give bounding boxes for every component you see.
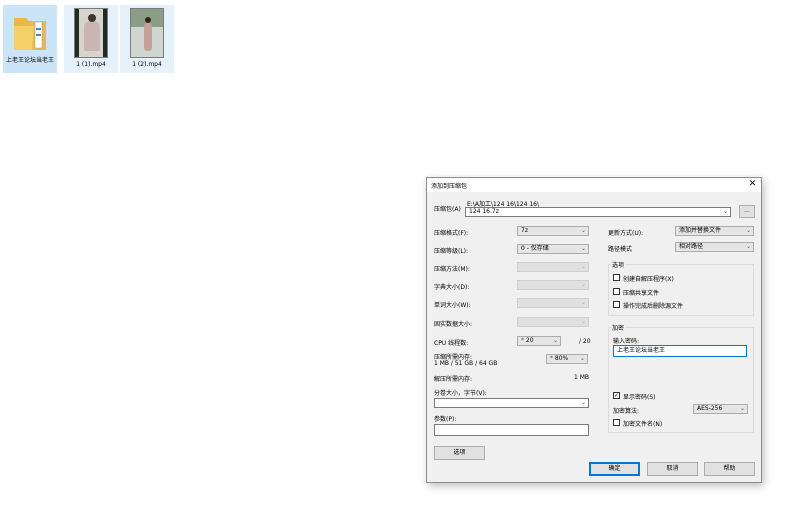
ok-button[interactable]: 确定 [589, 462, 640, 476]
word-label: 单词大小(W): [434, 302, 471, 309]
dict-select: ⌄ [517, 280, 589, 290]
chevron-down-icon: ⌄ [580, 245, 586, 252]
add-to-archive-dialog: 添加到压缩包 ✕ 压缩包(A) E:\A加工\124 16\124 16\ 12… [426, 177, 762, 483]
archive-name-value: 124 16.7z [469, 208, 499, 215]
cpu-select[interactable]: * 20 ⌄ [517, 336, 561, 346]
password-input[interactable]: 上老王论坛当老王 [613, 345, 747, 357]
folder-icon [13, 8, 47, 58]
cpu-prefix-icon: * [521, 337, 524, 344]
help-button[interactable]: 帮助 [704, 462, 755, 476]
enc-method-value: AES-256 [697, 405, 723, 412]
memory-prefix-icon: * [550, 355, 553, 362]
desktop-icon-video-2[interactable]: 1 (2).mp4 [120, 5, 174, 73]
folder-label: 上老王论坛当老王 [5, 57, 54, 64]
encrypt-names-label: 加密文件名(N) [623, 421, 663, 428]
password-label: 输入密码: [613, 338, 640, 345]
enc-method-label: 加密算法: [613, 408, 640, 415]
chevron-down-icon: ⌄ [580, 263, 586, 270]
cpu-value: 20 [525, 337, 534, 344]
method-label: 压缩方法(M): [434, 266, 470, 273]
update-select[interactable]: 添加并替换文件 ⌄ [675, 226, 754, 236]
chevron-down-icon: ⌄ [580, 399, 586, 406]
video-thumbnail-icon [74, 8, 108, 58]
solid-label: 固实数据大小: [434, 321, 473, 328]
path-mode-select[interactable]: 相对路径 ⌄ [675, 242, 754, 252]
close-icon[interactable]: ✕ [747, 179, 758, 190]
dict-label: 字典大小(D): [434, 284, 470, 291]
level-value: 0 - 仅存储 [521, 245, 549, 252]
chevron-down-icon: ⌄ [739, 405, 745, 412]
video-thumbnail-icon [130, 8, 164, 58]
chevron-down-icon: ⌄ [722, 208, 728, 215]
browse-button[interactable]: ... [739, 205, 755, 218]
encrypt-names-checkbox[interactable] [613, 419, 620, 426]
solid-select: ⌄ [517, 317, 589, 327]
update-label: 更新方式(U): [608, 230, 644, 237]
dialog-title: 添加到压缩包 [431, 183, 468, 190]
delete-source-checkbox[interactable] [613, 301, 620, 308]
cancel-button[interactable]: 取消 [647, 462, 698, 476]
format-label: 压缩格式(F): [434, 230, 469, 237]
update-value: 添加并替换文件 [679, 227, 722, 234]
method-select: ⌄ [517, 262, 589, 272]
chevron-down-icon: ⌄ [552, 337, 558, 344]
video-2-label: 1 (2).mp4 [132, 61, 162, 68]
dialog-titlebar: 添加到压缩包 ✕ [427, 178, 761, 192]
cpu-label: CPU 线程数: [434, 340, 469, 347]
show-password-label: 显示密码(S) [623, 394, 656, 401]
decomp-value: 1 MB [574, 374, 590, 381]
desktop-icon-folder[interactable]: 上老王论坛当老王 [3, 5, 57, 73]
decomp-label: 解压所需内存: [434, 376, 473, 383]
chevron-down-icon: ⌄ [580, 281, 586, 288]
shared-checkbox[interactable] [613, 288, 620, 295]
path-mode-label: 路径模式 [608, 246, 633, 253]
chevron-down-icon: ⌄ [745, 227, 751, 234]
shared-label: 压缩共享文件 [623, 290, 660, 297]
chevron-down-icon: ⌄ [745, 243, 751, 250]
memory-detail: 1 MB / 51 GB / 64 GB [434, 360, 498, 367]
format-value: 7z [521, 227, 528, 234]
encryption-group-title: 加密 [611, 323, 626, 332]
cpu-max: / 20 [579, 338, 591, 345]
chevron-down-icon: ⌄ [580, 299, 586, 306]
delete-source-label: 操作完成后删除源文件 [623, 303, 684, 310]
params-input[interactable] [434, 424, 589, 436]
memory-select[interactable]: * 80% ⌄ [546, 354, 588, 364]
desktop-icon-video-1[interactable]: 1 (1).mp4 [64, 5, 118, 73]
options-group-title: 选项 [611, 260, 626, 269]
chevron-down-icon: ⌄ [580, 318, 586, 325]
archive-name-input[interactable]: 124 16.7z ⌄ [465, 207, 731, 217]
sfx-checkbox[interactable] [613, 274, 620, 281]
path-mode-value: 相对路径 [679, 243, 704, 250]
video-1-label: 1 (1).mp4 [76, 61, 106, 68]
level-select[interactable]: 0 - 仅存储 ⌄ [517, 244, 589, 254]
enc-method-select[interactable]: AES-256 ⌄ [693, 404, 748, 414]
level-label: 压缩等级(L): [434, 248, 469, 255]
split-select[interactable]: ⌄ [434, 398, 589, 408]
memory-value: 80% [554, 355, 569, 362]
show-password-checkbox[interactable] [613, 392, 620, 399]
archive-label: 压缩包(A) [434, 206, 461, 213]
chevron-down-icon: ⌄ [580, 227, 586, 234]
split-label: 分卷大小，字节(V): [434, 390, 487, 397]
sfx-label: 创建自解压程序(X) [623, 276, 674, 283]
format-select[interactable]: 7z ⌄ [517, 226, 589, 236]
params-label: 参数(P): [434, 416, 457, 423]
chevron-down-icon: ⌄ [579, 355, 585, 362]
word-select: ⌄ [517, 298, 589, 308]
options-button[interactable]: 选项 [434, 446, 485, 460]
desktop: 上老王论坛当老王 1 (1).mp4 1 (2).mp4 添加到压缩包 ✕ 压缩… [0, 0, 800, 528]
